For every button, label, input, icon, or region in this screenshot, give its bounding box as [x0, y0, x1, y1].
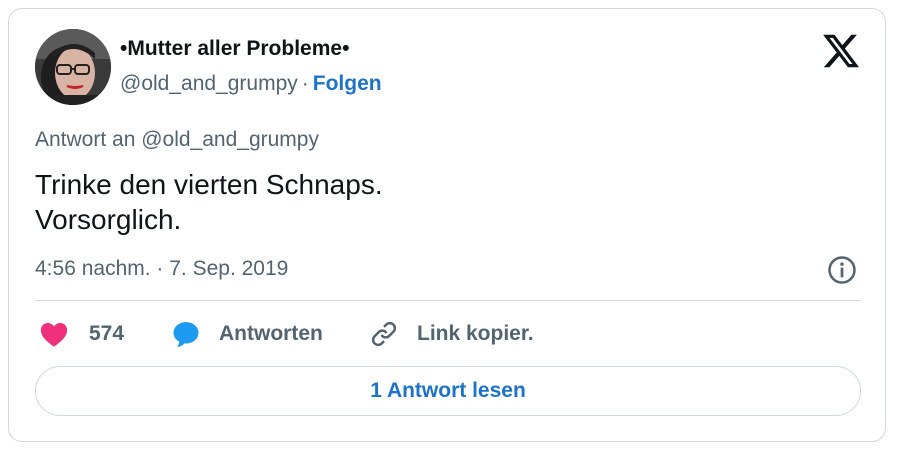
speech-bubble-icon	[173, 322, 199, 347]
link-label: Link kopier.	[417, 322, 534, 345]
link-icon	[371, 321, 397, 347]
handle-row: @old_and_grumpy · Folgen	[120, 72, 382, 96]
avatar-photo	[35, 29, 111, 105]
reply-to-label: Antwort an @old_and_grumpy	[35, 128, 319, 151]
like-count: 574	[89, 322, 125, 345]
tweet-text-line-2: Vorsorglich.	[35, 204, 182, 235]
like-button[interactable]: 574	[39, 318, 124, 350]
info-icon[interactable]	[827, 255, 857, 285]
avatar[interactable]	[35, 29, 111, 105]
tweet-text: Trinke den vierten Schnaps. Vorsorglich.	[35, 167, 383, 237]
separator: ·	[301, 72, 309, 95]
author-handle[interactable]: @old_and_grumpy	[120, 72, 298, 95]
copy-link-button[interactable]: Link kopier.	[369, 318, 534, 350]
reply-button[interactable]: Antworten	[171, 318, 323, 350]
divider	[35, 300, 861, 301]
follow-button[interactable]: Folgen	[313, 72, 382, 95]
timestamp[interactable]: 4:56 nachm. · 7. Sep. 2019	[35, 257, 288, 281]
read-replies-label: 1 Antwort lesen	[370, 379, 526, 402]
heart-icon	[40, 323, 68, 347]
tweet-card: •Mutter aller Probleme• @old_and_grumpy ·…	[8, 8, 886, 442]
reply-label: Antworten	[219, 322, 323, 345]
tweet-text-line-1: Trinke den vierten Schnaps.	[35, 169, 383, 200]
x-logo-icon[interactable]	[821, 31, 861, 71]
read-replies-button[interactable]: 1 Antwort lesen	[35, 366, 861, 416]
author-name[interactable]: •Mutter aller Probleme•	[120, 37, 349, 61]
